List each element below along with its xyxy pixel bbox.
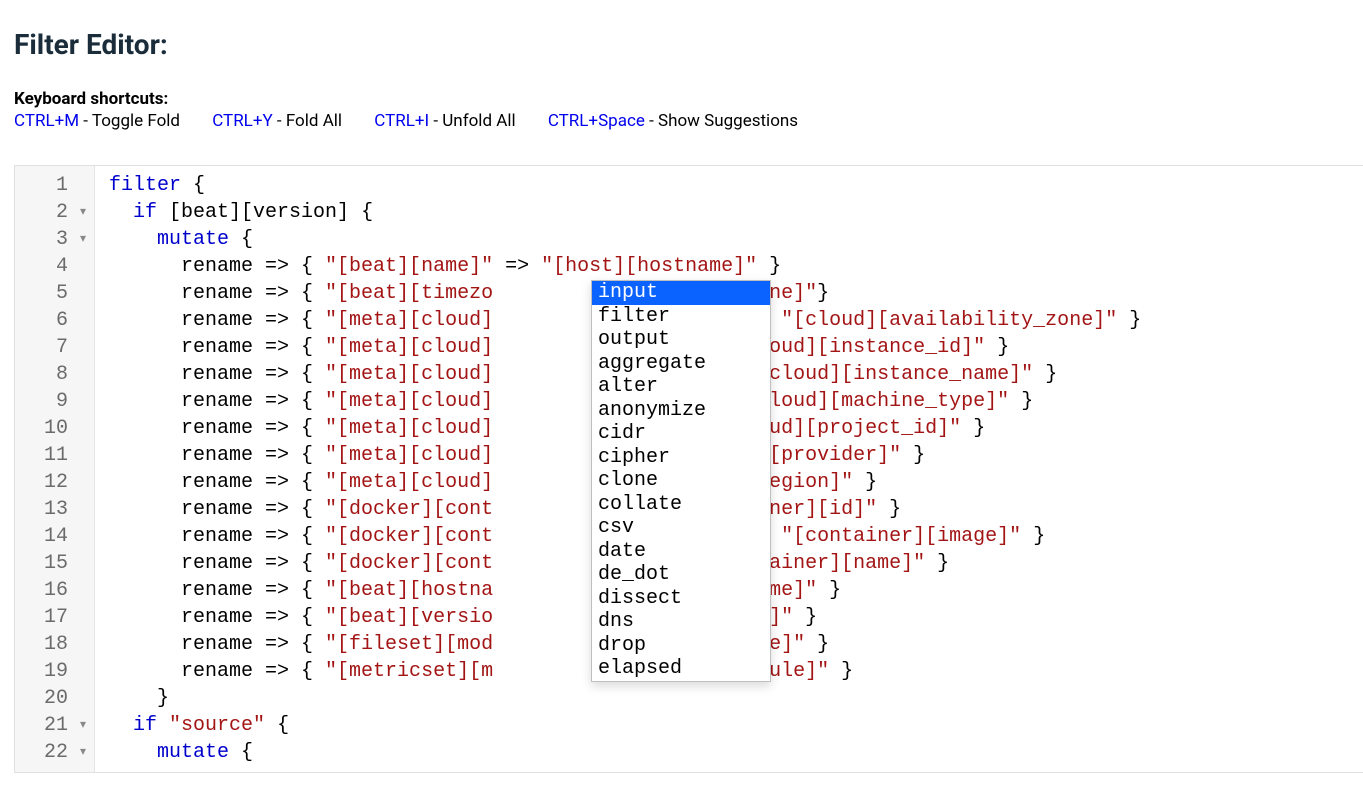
suggestion-item[interactable]: date bbox=[592, 540, 770, 564]
suggestion-item[interactable]: clone bbox=[592, 469, 770, 493]
code-line[interactable]: if [beat][version] { bbox=[109, 199, 1141, 226]
suggestion-item[interactable]: output bbox=[592, 328, 770, 352]
shortcuts-heading: Keyboard shortcuts: bbox=[14, 89, 1349, 109]
gutter-line: 6 bbox=[33, 307, 86, 334]
code-editor[interactable]: 12▾3▾456789101112131415161718192021▾22▾ … bbox=[14, 165, 1363, 773]
gutter-line: 3▾ bbox=[33, 226, 86, 253]
code-line[interactable]: if "source" { bbox=[109, 712, 1141, 739]
suggestion-item[interactable]: collate bbox=[592, 493, 770, 517]
suggestion-item[interactable]: csv bbox=[592, 516, 770, 540]
shortcut-desc: - Show Suggestions bbox=[645, 111, 798, 131]
gutter-line: 22▾ bbox=[33, 739, 86, 766]
shortcut-desc: - Unfold All bbox=[429, 111, 515, 131]
suggestion-item[interactable]: drop bbox=[592, 634, 770, 658]
gutter-line: 14 bbox=[33, 523, 86, 550]
fold-toggle-icon[interactable]: ▾ bbox=[74, 226, 86, 253]
suggestion-item[interactable]: filter bbox=[592, 305, 770, 329]
suggestion-item[interactable]: dissect bbox=[592, 587, 770, 611]
code-line[interactable]: mutate { bbox=[109, 226, 1141, 253]
fold-toggle-icon[interactable]: ▾ bbox=[74, 739, 86, 766]
suggestion-item[interactable]: input bbox=[592, 281, 770, 305]
gutter-line: 9 bbox=[33, 388, 86, 415]
fold-toggle-icon[interactable]: ▾ bbox=[74, 712, 86, 739]
gutter-line: 5 bbox=[33, 280, 86, 307]
suggestion-item[interactable]: cidr bbox=[592, 422, 770, 446]
gutter-line: 19 bbox=[33, 658, 86, 685]
shortcut-key: CTRL+Space bbox=[548, 111, 645, 131]
page-title: Filter Editor: bbox=[14, 28, 1349, 61]
suggestion-item[interactable]: cipher bbox=[592, 446, 770, 470]
gutter-line: 12 bbox=[33, 469, 86, 496]
shortcut-key: CTRL+M bbox=[14, 111, 79, 131]
editor-gutter: 12▾3▾456789101112131415161718192021▾22▾ bbox=[15, 166, 95, 772]
shortcut-desc: - Fold All bbox=[273, 111, 342, 131]
suggestion-item[interactable]: dns bbox=[592, 610, 770, 634]
gutter-line: 4 bbox=[33, 253, 86, 280]
code-line[interactable]: mutate { bbox=[109, 739, 1141, 766]
shortcuts-row: CTRL+M - Toggle Fold CTRL+Y - Fold All C… bbox=[14, 111, 1349, 131]
gutter-line: 2▾ bbox=[33, 199, 86, 226]
gutter-line: 16 bbox=[33, 577, 86, 604]
gutter-line: 21▾ bbox=[33, 712, 86, 739]
gutter-line: 15 bbox=[33, 550, 86, 577]
shortcut-key: CTRL+Y bbox=[212, 111, 272, 131]
code-line[interactable]: filter { bbox=[109, 172, 1141, 199]
gutter-line: 20 bbox=[33, 685, 86, 712]
gutter-line: 7 bbox=[33, 334, 86, 361]
shortcut-desc: - Toggle Fold bbox=[79, 111, 180, 131]
suggestion-item[interactable]: anonymize bbox=[592, 399, 770, 423]
suggestion-item[interactable]: alter bbox=[592, 375, 770, 399]
suggestion-popup[interactable]: inputfilteroutputaggregatealteranonymize… bbox=[591, 280, 771, 682]
gutter-line: 18 bbox=[33, 631, 86, 658]
suggestion-item[interactable]: aggregate bbox=[592, 352, 770, 376]
code-line[interactable]: rename => { "[beat][name]" => "[host][ho… bbox=[109, 253, 1141, 280]
gutter-line: 8 bbox=[33, 361, 86, 388]
gutter-line: 13 bbox=[33, 496, 86, 523]
gutter-line: 17 bbox=[33, 604, 86, 631]
gutter-line: 11 bbox=[33, 442, 86, 469]
code-line[interactable]: } bbox=[109, 685, 1141, 712]
suggestion-item[interactable]: de_dot bbox=[592, 563, 770, 587]
fold-toggle-icon[interactable]: ▾ bbox=[74, 199, 86, 226]
suggestion-item[interactable]: elapsed bbox=[592, 657, 770, 681]
gutter-line: 10 bbox=[33, 415, 86, 442]
shortcut-key: CTRL+I bbox=[374, 111, 429, 131]
gutter-line: 1 bbox=[33, 172, 86, 199]
